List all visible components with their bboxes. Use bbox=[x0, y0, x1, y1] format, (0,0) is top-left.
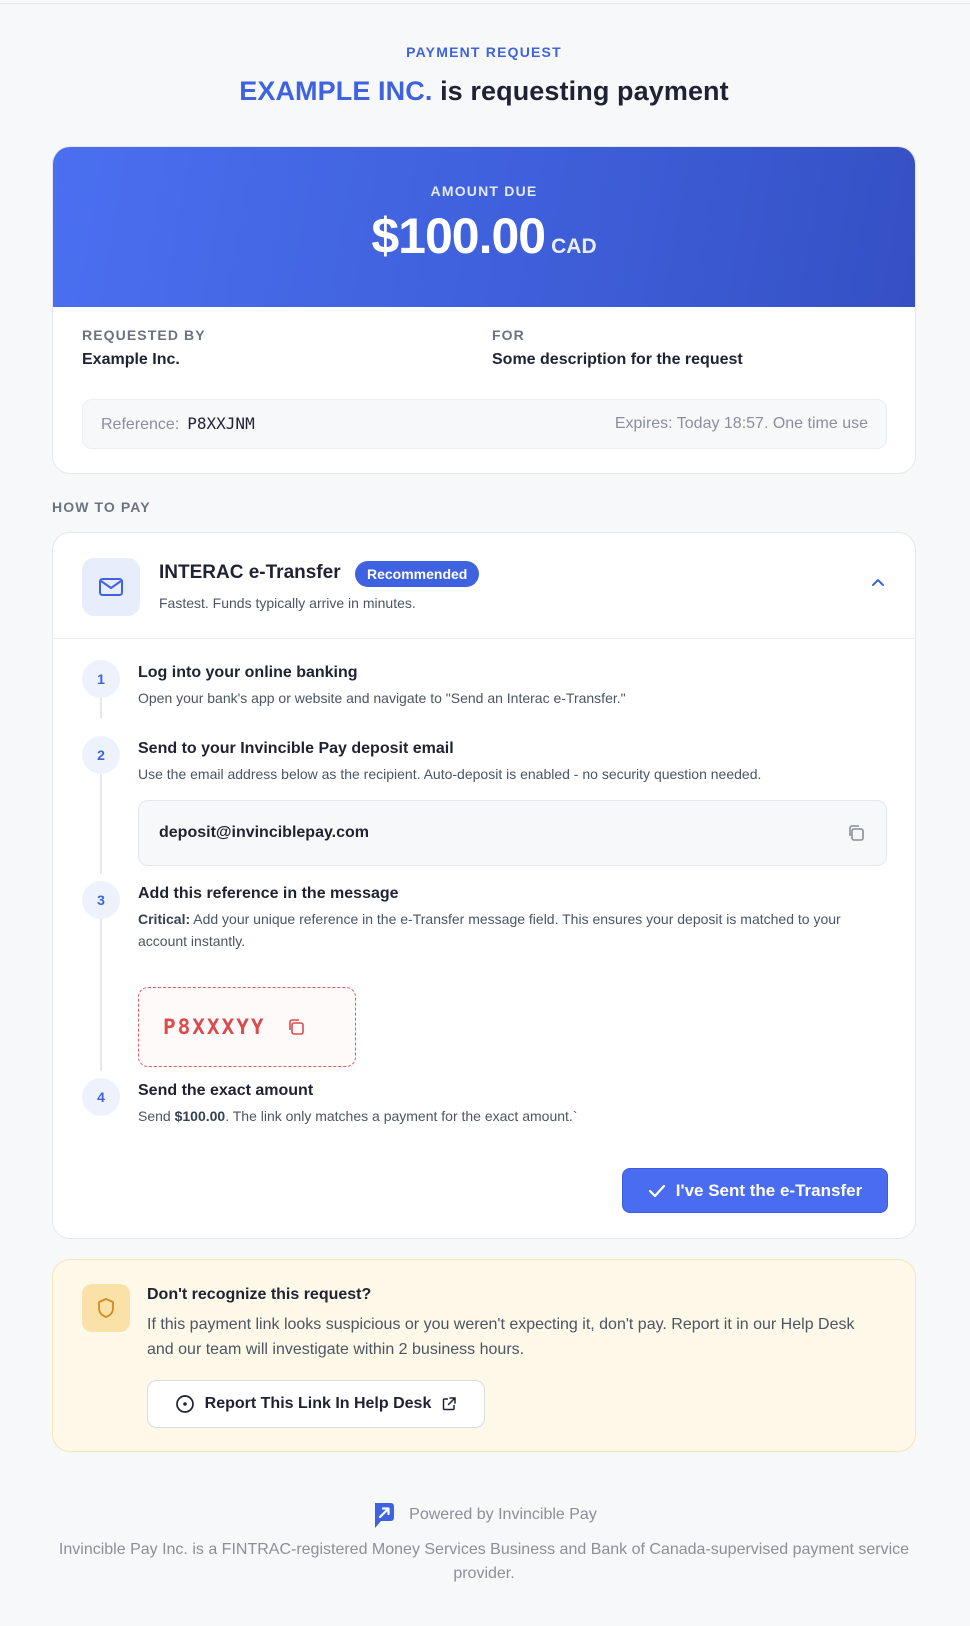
copy-reference-button[interactable] bbox=[286, 1017, 306, 1037]
copy-icon bbox=[288, 1019, 304, 1035]
how-to-pay-title: HOW TO PAY bbox=[52, 499, 151, 515]
top-divider bbox=[0, 3, 970, 4]
step-connector bbox=[100, 919, 102, 1071]
amount-label: AMOUNT DUE bbox=[430, 183, 538, 199]
mail-icon bbox=[99, 578, 123, 596]
step-number: 3 bbox=[82, 881, 120, 919]
sent-transfer-label: I've Sent the e-Transfer bbox=[675, 1180, 863, 1200]
sent-transfer-button[interactable]: I've Sent the e-Transfer bbox=[622, 1168, 888, 1213]
recommended-badge: Recommended bbox=[355, 561, 480, 587]
step-title: Log into your online banking bbox=[138, 664, 358, 681]
copy-email-button[interactable] bbox=[846, 823, 866, 843]
warning-title: Don't recognize this request? bbox=[147, 1286, 372, 1303]
step-connector bbox=[100, 698, 102, 718]
method-title: INTERAC e-Transfer bbox=[159, 562, 341, 583]
message-reference-code: P8XXXYY bbox=[163, 1015, 266, 1039]
amount-value: $100.00 bbox=[371, 208, 546, 264]
step-description: Use the email address below as the recip… bbox=[138, 766, 762, 782]
mail-icon-box bbox=[82, 558, 140, 616]
critical-text: Add your unique reference in the e-Trans… bbox=[138, 911, 841, 949]
requested-by-label: REQUESTED BY bbox=[82, 327, 206, 343]
critical-label: Critical: bbox=[138, 911, 191, 927]
amount-row: $100.00 CAD bbox=[53, 207, 915, 265]
powered-by: Powered by Invincible Pay bbox=[52, 1500, 916, 1530]
reference-label: Reference: bbox=[101, 416, 180, 433]
payment-method-card: INTERAC e-Transfer Recommended Fastest. … bbox=[52, 532, 916, 1239]
method-subtitle: Fastest. Funds typically arrive in minut… bbox=[159, 595, 416, 611]
amount-banner: AMOUNT DUE $100.00 CAD bbox=[53, 147, 915, 307]
exact-amount: $100.00 bbox=[174, 1108, 226, 1124]
step-description: Open your bank's app or website and navi… bbox=[138, 690, 626, 706]
warning-text: If this payment link looks suspicious or… bbox=[147, 1316, 855, 1358]
step-title: Send to your Invincible Pay deposit emai… bbox=[138, 740, 454, 757]
deposit-email: deposit@invinciblepay.com bbox=[159, 824, 370, 841]
step-number: 4 bbox=[82, 1078, 120, 1116]
warning-card: Don't recognize this request? If this pa… bbox=[52, 1259, 916, 1452]
shield-icon-box bbox=[82, 1284, 130, 1332]
step-connector bbox=[100, 774, 102, 874]
for-value: Some description for the request bbox=[492, 351, 743, 368]
reference-group: Reference: P8XXJNM bbox=[101, 414, 255, 434]
message-reference-box: P8XXXYY bbox=[138, 987, 356, 1067]
powered-by-text: Powered by Invincible Pay bbox=[409, 1506, 597, 1523]
chevron-up-icon[interactable] bbox=[871, 577, 885, 587]
copy-icon bbox=[849, 825, 864, 841]
reference-box: Reference: P8XXJNM Expires: Today 18:57. … bbox=[82, 399, 887, 449]
merchant-name: EXAMPLE INC. bbox=[239, 76, 433, 106]
for-label: FOR bbox=[492, 327, 525, 343]
page-eyebrow: PAYMENT REQUEST bbox=[406, 44, 562, 60]
check-icon bbox=[648, 1184, 665, 1197]
exact-amount-post: . The link only matches a payment for th… bbox=[225, 1108, 578, 1124]
report-link-label: Report This Link In Help Desk bbox=[204, 1395, 432, 1412]
expiry-text: Expires: Today 18:57. One time use bbox=[614, 415, 868, 432]
exact-amount-pre: Send bbox=[138, 1108, 175, 1124]
step-description: Send $100.00. The link only matches a pa… bbox=[138, 1105, 858, 1127]
step-title: Add this reference in the message bbox=[138, 885, 399, 902]
step-title: Send the exact amount bbox=[138, 1082, 314, 1099]
amount-currency: CAD bbox=[551, 235, 597, 258]
headline-text: is requesting payment bbox=[432, 76, 729, 106]
step-number: 1 bbox=[82, 660, 120, 698]
report-icon bbox=[175, 1395, 194, 1413]
amount-card: AMOUNT DUE $100.00 CAD REQUESTED BY Examp… bbox=[52, 146, 916, 474]
report-link-button[interactable]: Report This Link In Help Desk bbox=[147, 1380, 485, 1428]
step-description: Critical: Add your unique reference in t… bbox=[138, 908, 858, 952]
requested-by-value: Example Inc. bbox=[82, 351, 180, 368]
payment-method-header[interactable]: INTERAC e-Transfer Recommended Fastest. … bbox=[53, 533, 915, 639]
shield-icon bbox=[98, 1298, 114, 1318]
page-title: EXAMPLE INC. is requesting payment bbox=[52, 76, 916, 107]
footer-disclaimer: Invincible Pay Inc. is a FINTRAC-registe… bbox=[58, 1541, 910, 1582]
external-link-icon bbox=[443, 1397, 457, 1411]
deposit-email-box: deposit@invinciblepay.com bbox=[138, 800, 887, 866]
reference-code: P8XXJNM bbox=[187, 414, 255, 433]
invincible-pay-logo-icon bbox=[375, 1503, 395, 1528]
step-number: 2 bbox=[82, 736, 120, 774]
